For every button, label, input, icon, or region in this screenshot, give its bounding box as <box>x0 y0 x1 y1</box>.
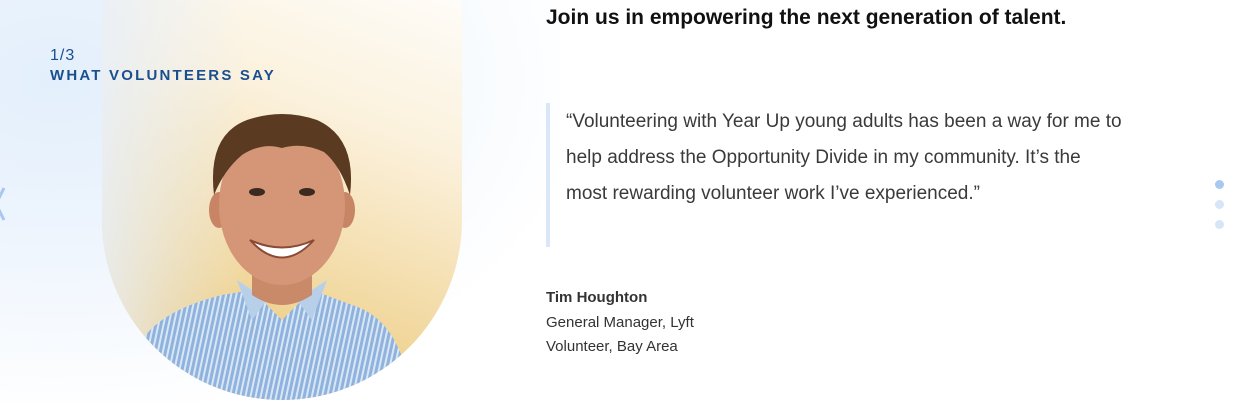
author-role: General Manager, Lyft <box>546 314 694 331</box>
chevron-left-icon[interactable] <box>0 186 6 222</box>
pagination-dot-1[interactable] <box>1215 180 1224 189</box>
testimonial-quote: “Volunteering with Year Up young adults … <box>566 111 1122 204</box>
portrait-frame <box>102 0 462 400</box>
volunteer-portrait <box>132 114 412 400</box>
slide-counter: 1/3 <box>50 47 76 64</box>
pagination-dot-2[interactable] <box>1215 200 1224 209</box>
testimonial-heading: Join us in empowering the next generatio… <box>546 6 1067 29</box>
pagination-dot-3[interactable] <box>1215 220 1224 229</box>
slider-pagination <box>1214 180 1226 240</box>
author-location: Volunteer, Bay Area <box>546 338 678 355</box>
section-label: WHAT VOLUNTEERS SAY <box>50 67 276 84</box>
quote-bar <box>546 103 550 247</box>
author-name: Tim Houghton <box>546 289 648 306</box>
